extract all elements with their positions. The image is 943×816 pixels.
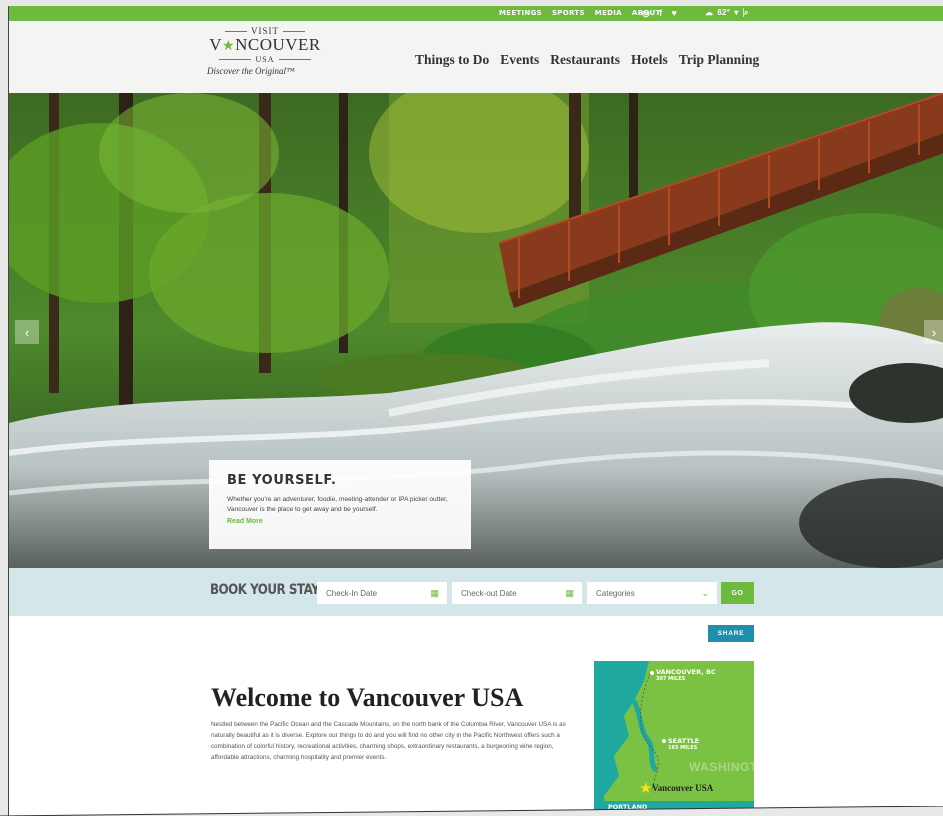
- nav-things-to-do[interactable]: Things to Do: [415, 52, 489, 68]
- star-icon: ★: [222, 39, 236, 54]
- calendar-icon: ▦: [430, 588, 439, 598]
- promo-read-more-link[interactable]: Read More: [227, 518, 453, 525]
- hero-promo-card: BE YOURSELF. Whether you're an adventure…: [209, 460, 471, 549]
- book-your-stay-bar: BOOK YOUR STAY Check-In Date ▦ Check-out…: [9, 568, 943, 616]
- main-nav: Things to Do Events Restaurants Hotels T…: [415, 52, 759, 68]
- welcome-title: Welcome to Vancouver USA: [211, 683, 524, 712]
- site-logo[interactable]: VISIT V★NCOUVER USA Discover the Origina…: [205, 26, 325, 88]
- chevron-right-icon: ›: [931, 324, 937, 340]
- logo-usa: USA: [205, 55, 325, 64]
- checkout-date-field[interactable]: Check-out Date ▦: [452, 582, 582, 604]
- logo-name: V★NCOUVER: [205, 36, 325, 55]
- top-utility-bar: MEETINGS SPORTS MEDIA ABOUT ◎ f ♥ ☁ 62° …: [9, 6, 943, 21]
- hero-image: [9, 93, 943, 568]
- welcome-body: Nestled between the Pacific Ocean and th…: [211, 721, 566, 761]
- share-button[interactable]: SHARE: [708, 625, 754, 642]
- utility-link-sports[interactable]: SPORTS: [552, 9, 585, 17]
- logo-tagline: Discover the Original™: [207, 66, 295, 76]
- twitter-icon[interactable]: ♥: [671, 8, 677, 19]
- map-vancouver-usa-label: Vancouver USA: [652, 783, 714, 793]
- nav-events[interactable]: Events: [500, 52, 539, 68]
- book-label: BOOK YOUR STAY: [210, 582, 320, 598]
- star-icon: ★: [639, 780, 653, 797]
- map-miles-seattle: 165 MILES: [668, 745, 698, 751]
- page: MEETINGS SPORTS MEDIA ABOUT ◎ f ♥ ☁ 62° …: [8, 6, 943, 816]
- map-city-vancouver-bc: VANCOUVER, BC: [656, 668, 716, 676]
- checkin-date-field[interactable]: Check-In Date ▦: [317, 582, 447, 604]
- map-miles-vancouver-bc: 307 MILES: [656, 676, 686, 682]
- nav-trip-planning[interactable]: Trip Planning: [679, 52, 759, 68]
- location-map: VANCOUVER, BC 307 MILES SEATTLE 165 MILE…: [594, 661, 754, 816]
- instagram-icon[interactable]: ◎: [642, 8, 650, 19]
- nav-restaurants[interactable]: Restaurants: [550, 52, 620, 68]
- map-label-vancouver-bc: VANCOUVER, BC 307 MILES: [656, 669, 716, 683]
- utility-link-meetings[interactable]: MEETINGS: [499, 9, 542, 17]
- site-header: VISIT V★NCOUVER USA Discover the Origina…: [9, 21, 943, 93]
- checkout-placeholder: Check-out Date: [461, 589, 517, 598]
- chevron-down-icon: ▾: [734, 8, 739, 17]
- frame-edge: [0, 806, 943, 816]
- map-label-seattle: SEATTLE 165 MILES: [668, 738, 699, 752]
- slider-prev-button[interactable]: ‹: [15, 320, 39, 344]
- facebook-icon[interactable]: f: [659, 8, 662, 19]
- cloud-sun-icon: ☁: [705, 8, 714, 17]
- go-button[interactable]: GO: [721, 582, 754, 604]
- promo-body: Whether you're an adventurer, foodie, me…: [227, 496, 448, 513]
- weather-temp: 62°: [717, 8, 731, 17]
- hero-slider: ‹ › BE YOURSELF. Whether you're an adven…: [9, 93, 943, 568]
- nav-hotels[interactable]: Hotels: [631, 52, 668, 68]
- slider-next-button[interactable]: ›: [924, 320, 943, 344]
- categories-select[interactable]: Categories ⌄: [587, 582, 717, 604]
- logo-name-rest: NCOUVER: [235, 35, 321, 54]
- chevron-left-icon: ‹: [24, 324, 30, 340]
- promo-title: BE YOURSELF.: [227, 473, 337, 488]
- social-links: ◎ f ♥: [642, 8, 677, 19]
- map-state-label: WASHINGTON: [689, 760, 754, 774]
- logo-name-v: V: [209, 35, 223, 54]
- utility-link-media[interactable]: MEDIA: [595, 9, 622, 17]
- checkin-placeholder: Check-In Date: [326, 589, 378, 598]
- chevron-down-icon: ⌄: [701, 588, 709, 598]
- search-icon[interactable]: ⌕: [744, 8, 749, 18]
- weather-widget[interactable]: ☁ 62° ▾: [705, 8, 744, 17]
- map-city-seattle: SEATTLE: [668, 737, 700, 745]
- utility-links: MEETINGS SPORTS MEDIA ABOUT: [499, 9, 661, 17]
- calendar-icon: ▦: [565, 588, 574, 598]
- categories-value: Categories: [596, 589, 635, 598]
